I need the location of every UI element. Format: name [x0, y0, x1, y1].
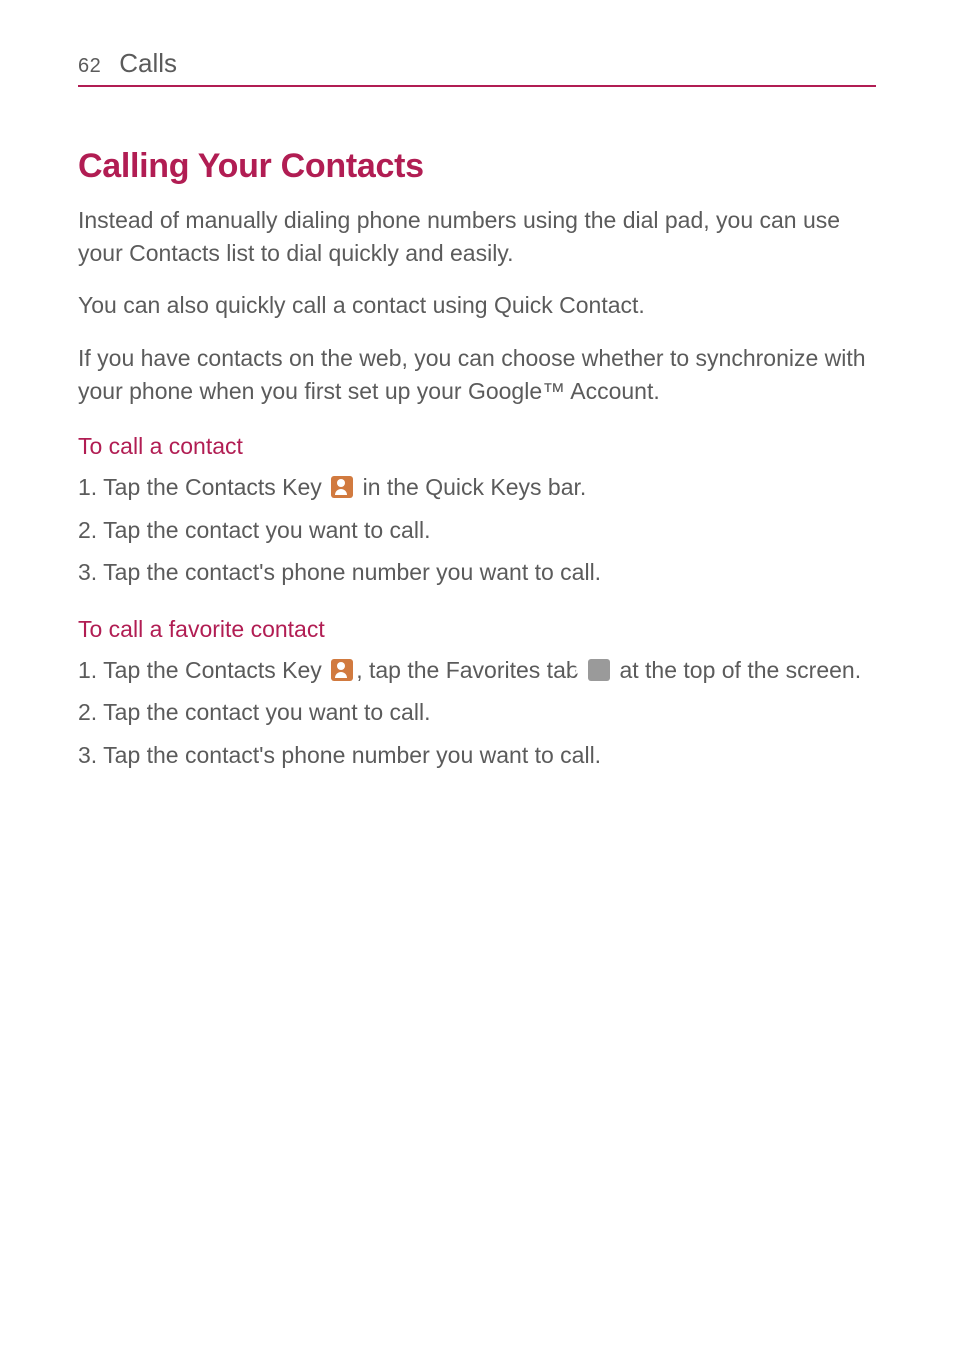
step-text: 1. Tap the: [78, 474, 185, 500]
step-3-call-favorite: 3. Tap the contact's phone number you wa…: [78, 738, 876, 773]
step-text: 1. Tap the: [78, 657, 185, 683]
contacts-key-label: Contacts Key: [185, 474, 322, 500]
chapter-title: Calls: [119, 48, 177, 79]
subsection-title-call-favorite: To call a favorite contact: [78, 616, 876, 643]
step-2-call-favorite: 2. Tap the contact you want to call.: [78, 695, 876, 730]
step-2-call-contact: 2. Tap the contact you want to call.: [78, 513, 876, 548]
favorites-tab-label: Favorites: [446, 657, 541, 683]
page-number: 62: [78, 55, 101, 78]
step-text: in the Quick Keys bar.: [356, 474, 586, 500]
intro-paragraph-3: If you have contacts on the web, you can…: [78, 342, 876, 407]
contacts-key-label: Contacts Key: [185, 657, 322, 683]
subsection-title-call-contact: To call a contact: [78, 433, 876, 460]
page-header: 62 Calls: [78, 48, 876, 87]
section-title: Calling Your Contacts: [78, 147, 876, 186]
intro-paragraph-2: You can also quickly call a contact usin…: [78, 289, 876, 322]
step-1-call-contact: 1. Tap the Contacts Key in the Quick Key…: [78, 470, 876, 505]
step-1-call-favorite: 1. Tap the Contacts Key , tap the Favori…: [78, 653, 876, 688]
step-3-call-contact: 3. Tap the contact's phone number you wa…: [78, 555, 876, 590]
page-container: 62 Calls Calling Your Contacts Instead o…: [0, 0, 954, 772]
contacts-key-icon: [331, 476, 353, 498]
step-text: , tap the: [356, 657, 446, 683]
step-text: at the top of the screen.: [613, 657, 861, 683]
intro-paragraph-1: Instead of manually dialing phone number…: [78, 204, 876, 269]
favorites-star-icon: ★: [588, 659, 610, 681]
contacts-key-icon: [331, 659, 353, 681]
